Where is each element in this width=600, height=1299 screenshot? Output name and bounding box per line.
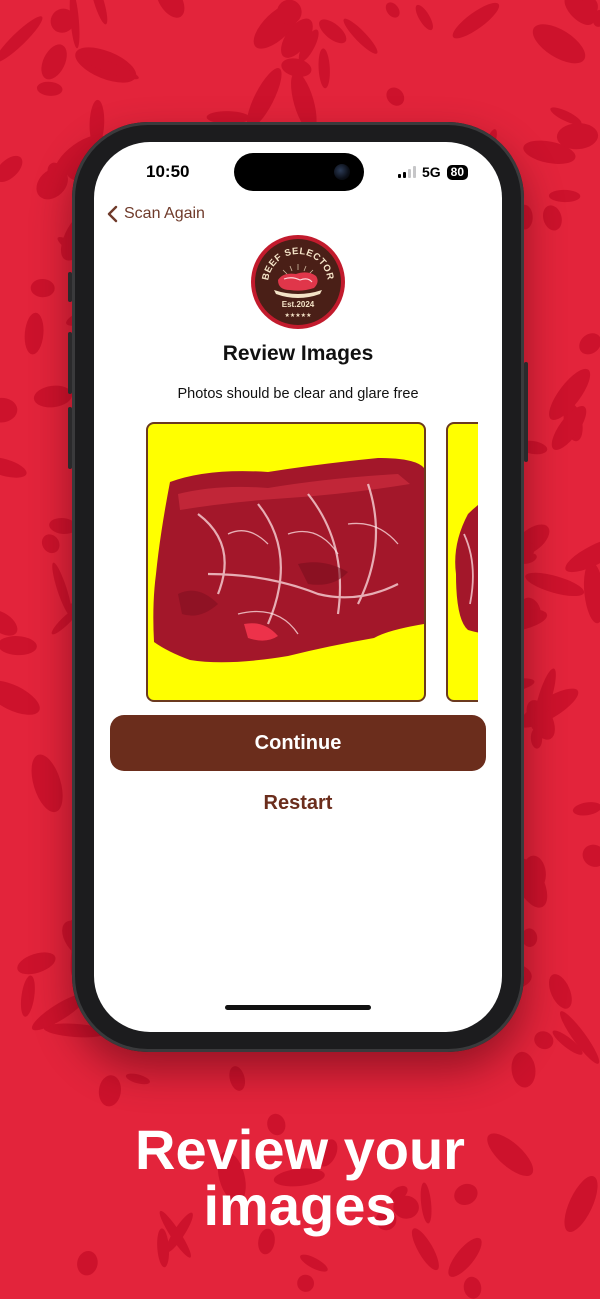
image-carousel[interactable] [146,422,478,702]
battery-icon: 80 [446,164,468,180]
continue-button[interactable]: Continue [110,715,486,771]
photo-card[interactable] [446,422,478,702]
network-type: 5G [421,164,441,180]
home-indicator [225,1005,371,1010]
chevron-left-icon [107,205,118,223]
camera-icon [334,164,350,180]
status-time: 10:50 [146,162,190,181]
restart-button[interactable]: Restart [94,792,502,815]
volume-up-button [68,332,72,394]
page-subtitle: Photos should be clear and glare free [177,386,419,402]
status-indicators: 5G 80 [397,164,468,180]
phone-frame: 10:50 5G 80 Scan Again BEEF SELECTOR Est… [68,122,528,1052]
steak-photo [455,505,478,633]
logo-stars: ★★★★★ [285,312,312,319]
caption-line-1: Review your [135,1118,465,1181]
mute-switch [68,272,72,302]
scan-again-button[interactable]: Scan Again [106,205,205,223]
beef-selector-logo: BEEF SELECTOR Est.2024 ★★★★★ [251,235,345,329]
marketing-caption: Review your images [0,1122,600,1234]
steak-photo [153,458,424,663]
photo-card[interactable] [146,422,426,702]
volume-down-button [68,407,72,469]
caption-line-2: images [203,1174,397,1237]
app-screen: 10:50 5G 80 Scan Again BEEF SELECTOR Est… [94,142,502,1032]
page-title: Review Images [222,342,374,365]
dynamic-island [234,153,364,191]
logo-est-text: Est.2024 [282,300,315,309]
power-button [524,362,528,462]
cellular-signal-icon [397,166,416,178]
back-label: Scan Again [124,205,205,222]
